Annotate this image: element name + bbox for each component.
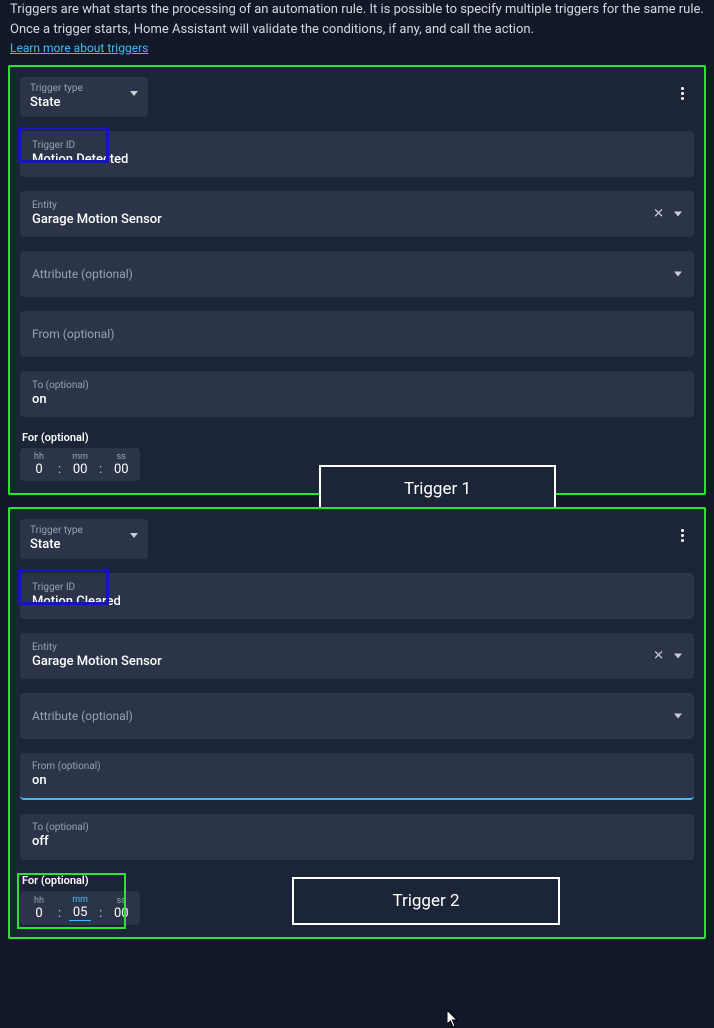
trigger-type-label: Trigger type <box>30 83 83 95</box>
trigger-type-select[interactable]: Trigger type State <box>20 519 148 559</box>
hh-label: hh <box>34 896 44 906</box>
mm-value: 05 <box>73 905 88 920</box>
entity-value: Garage Motion Sensor <box>32 212 682 229</box>
chevron-down-icon[interactable] <box>674 212 682 217</box>
attribute-label: Attribute (optional) <box>32 267 682 281</box>
ss-value: 00 <box>114 462 129 477</box>
chevron-down-icon[interactable] <box>674 272 682 277</box>
time-separator: : <box>58 906 61 921</box>
mouse-cursor-icon <box>447 1010 461 1028</box>
entity-field[interactable]: Entity Garage Motion Sensor ✕ <box>20 191 694 237</box>
more-vertical-icon <box>681 87 684 100</box>
entity-label: Entity <box>32 200 682 212</box>
entity-label: Entity <box>32 642 682 654</box>
trigger-type-select[interactable]: Trigger type State <box>20 77 148 117</box>
mm-label: mm <box>72 452 88 462</box>
to-field[interactable]: To (optional) off <box>20 814 694 860</box>
trigger-type-label: Trigger type <box>30 525 83 537</box>
ss-label: ss <box>117 452 126 462</box>
from-label: From (optional) <box>32 327 682 341</box>
time-separator: : <box>99 462 102 477</box>
hh-label: hh <box>34 452 44 462</box>
learn-more-link[interactable]: Learn more about triggers <box>8 41 150 55</box>
to-value: on <box>32 392 682 409</box>
clear-icon[interactable]: ✕ <box>653 207 664 222</box>
overflow-menu-button[interactable] <box>670 81 694 105</box>
time-separator: : <box>99 906 102 921</box>
from-field[interactable]: From (optional) <box>20 311 694 357</box>
from-label: From (optional) <box>32 761 682 773</box>
mm-label: mm <box>72 895 88 905</box>
to-field[interactable]: To (optional) on <box>20 371 694 417</box>
attribute-label: Attribute (optional) <box>32 709 682 723</box>
chevron-down-icon[interactable] <box>674 654 682 659</box>
chevron-down-icon <box>130 91 138 96</box>
overflow-menu-button[interactable] <box>670 523 694 547</box>
entity-field[interactable]: Entity Garage Motion Sensor ✕ <box>20 633 694 679</box>
trigger-id-label: Trigger ID <box>32 582 682 594</box>
more-vertical-icon <box>681 529 684 542</box>
chevron-down-icon[interactable] <box>674 714 682 719</box>
to-value: off <box>32 834 682 851</box>
trigger-id-value: Motion Cleared <box>32 594 682 611</box>
from-value: on <box>32 773 682 790</box>
for-label: For (optional) <box>20 431 694 444</box>
from-field[interactable]: From (optional) on <box>20 753 694 800</box>
trigger-id-field[interactable]: Trigger ID Motion Cleared <box>20 573 694 619</box>
ss-label: ss <box>117 896 126 906</box>
trigger-id-value: Motion Detected <box>32 152 682 169</box>
trigger-id-label: Trigger ID <box>32 140 682 152</box>
hh-value: 0 <box>35 462 42 477</box>
ss-value: 00 <box>114 906 129 921</box>
duration-input[interactable]: hh0 : mm05 : ss00 <box>20 891 140 925</box>
trigger-type-value: State <box>30 95 83 111</box>
duration-input[interactable]: hh0 : mm00 : ss00 <box>20 448 140 481</box>
to-label: To (optional) <box>32 822 682 834</box>
entity-value: Garage Motion Sensor <box>32 654 682 671</box>
attribute-field[interactable]: Attribute (optional) <box>20 693 694 739</box>
trigger-card-2: Trigger type State Trigger ID Motion Cle… <box>8 507 706 939</box>
annotation-trigger-1: Trigger 1 <box>319 465 556 513</box>
chevron-down-icon <box>130 533 138 538</box>
to-label: To (optional) <box>32 380 682 392</box>
annotation-trigger-2: Trigger 2 <box>292 877 560 925</box>
trigger-type-value: State <box>30 537 83 553</box>
time-separator: : <box>58 462 61 477</box>
attribute-field[interactable]: Attribute (optional) <box>20 251 694 297</box>
clear-icon[interactable]: ✕ <box>653 649 664 664</box>
mm-value: 00 <box>73 462 88 477</box>
hh-value: 0 <box>35 906 42 921</box>
trigger-card-1: Trigger type State Trigger ID Motion Det… <box>8 65 706 495</box>
intro-text: Triggers are what starts the processing … <box>8 0 706 39</box>
trigger-id-field[interactable]: Trigger ID Motion Detected <box>20 131 694 177</box>
